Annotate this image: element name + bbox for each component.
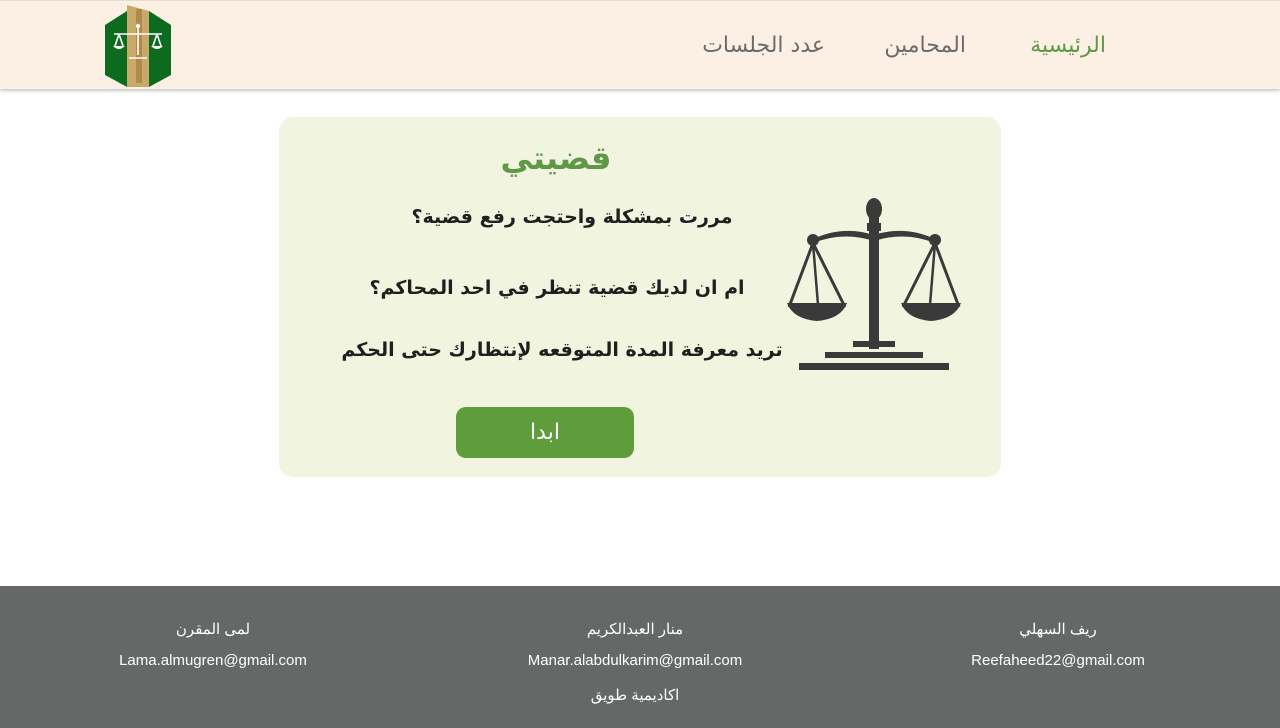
footer-name: منار العبدالكريم (586, 621, 684, 638)
nav-link-lawyers[interactable]: المحامين (884, 31, 966, 61)
scales-of-justice-icon (787, 198, 961, 370)
start-button[interactable]: ابدا (456, 407, 634, 458)
nav-link-sessions[interactable]: عدد الجلسات (702, 31, 825, 61)
footer: ريف السهلي Reefaheed22@gmail.com منار ال… (0, 586, 1280, 728)
footer-email: Manar.alabdulkarim@gmail.com (527, 652, 743, 669)
scales-of-justice-logo[interactable] (105, 5, 171, 87)
footer-organization: اكاديمية طويق (590, 687, 680, 704)
footer-name: ريف السهلي (1019, 621, 1097, 638)
nav-link-home[interactable]: الرئيسية (1030, 31, 1106, 61)
footer-email: Lama.almugren@gmail.com (119, 652, 307, 669)
card-title: قضيتي (500, 139, 612, 177)
card-line-wait-time: تريد معرفة المدة المتوقعه لإنتظارك حتى ا… (341, 339, 783, 361)
top-navbar: الرئيسية المحامين عدد الجلسات (0, 0, 1280, 89)
footer-email: Reefaheed22@gmail.com (971, 652, 1145, 669)
footer-name: لمى المقرن (175, 621, 251, 638)
card-line-problem: مررت بمشكلة واحتجت رفع قضية؟ (411, 206, 733, 228)
card-line-court-case: ام ان لديك قضية تنظر في احد المحاكم؟ (369, 277, 745, 299)
